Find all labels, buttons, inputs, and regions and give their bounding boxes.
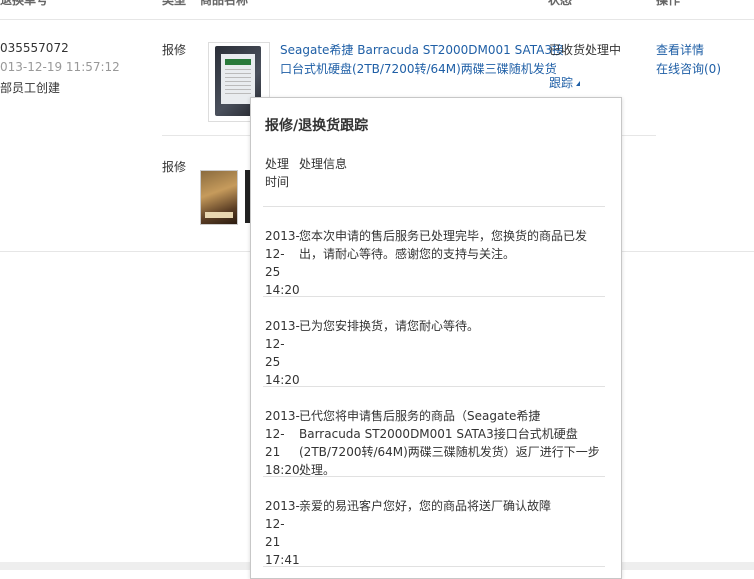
popup-title: 报修/退换货跟踪 — [265, 118, 369, 134]
col-time-header: 处理 时间 — [265, 155, 289, 191]
col-status: 状态 — [548, 0, 573, 7]
popup-divider — [263, 296, 605, 297]
product-thumbnail[interactable] — [200, 170, 238, 225]
col-action: 操作 — [656, 0, 681, 7]
tracking-popup: 报修/退换货跟踪 处理 时间 处理信息 2013- 12-25 14:20 您本… — [250, 97, 622, 579]
col-info-header: 处理信息 — [299, 157, 348, 171]
time-date: 12-21 — [265, 427, 285, 459]
track-link[interactable]: 跟踪 — [549, 74, 581, 91]
service-type: 报修 — [162, 160, 187, 174]
track-link-label: 跟踪 — [549, 76, 574, 90]
entry-info: 已为您安排换货，请您耐心等待。 — [299, 319, 480, 333]
product-name-link-line1[interactable]: Seagate希捷 Barracuda ST2000DM001 SATA3接 — [280, 41, 564, 58]
view-details-link[interactable]: 查看详情 — [656, 41, 704, 58]
online-consult-link[interactable]: 在线咨询(0) — [656, 60, 721, 77]
col-product: 商品名称 — [200, 0, 249, 7]
table-header: 退换单号 类型 商品名称 状态 操作 — [0, 0, 754, 20]
order-date: 013-12-19 11:57:12 — [0, 60, 120, 74]
entry-time: 2013- 12-25 14:20 — [265, 227, 300, 299]
entry-time: 2013- 12-21 17:41 — [265, 497, 300, 569]
entry-info: 您本次申请的售后服务已处理完毕，您换货的商品已发出，请耐心等待。感谢您的支持与关… — [299, 229, 588, 261]
entry-info: 已代您将申请售后服务的商品（Seagate希捷 Barracuda ST2000… — [299, 409, 600, 477]
time-year: 2013- — [265, 499, 300, 513]
order-creator: 部员工创建 — [0, 81, 61, 95]
order-number: 035557072 — [0, 41, 69, 55]
popup-divider — [263, 386, 605, 387]
time-year: 2013- — [265, 319, 300, 333]
time-year: 2013- — [265, 229, 300, 243]
time-date: 12-25 — [265, 247, 285, 279]
caret-up-icon — [576, 81, 581, 86]
col-time-header-line1: 处理 — [265, 157, 290, 171]
time-date: 12-25 — [265, 337, 285, 369]
col-time-header-line2: 时间 — [265, 175, 290, 189]
entry-info: 亲爱的易迅客户您好，您的商品将送厂确认故障 — [299, 499, 552, 513]
popup-divider — [263, 206, 605, 207]
entry-time: 2013- 12-21 18:20 — [265, 407, 300, 479]
product-name-link-line2[interactable]: 口台式机硬盘(2TB/7200转/64M)两碟三碟随机发货 — [280, 60, 557, 77]
status-text: 已收货处理中 — [549, 43, 622, 57]
col-order-no: 退换单号 — [0, 0, 49, 7]
time-date: 12-21 — [265, 517, 285, 549]
popup-divider — [263, 566, 605, 567]
col-type: 类型 — [162, 0, 187, 7]
service-type: 报修 — [162, 43, 187, 57]
popup-divider — [263, 476, 605, 477]
entry-time: 2013- 12-25 14:20 — [265, 317, 300, 389]
time-year: 2013- — [265, 409, 300, 423]
